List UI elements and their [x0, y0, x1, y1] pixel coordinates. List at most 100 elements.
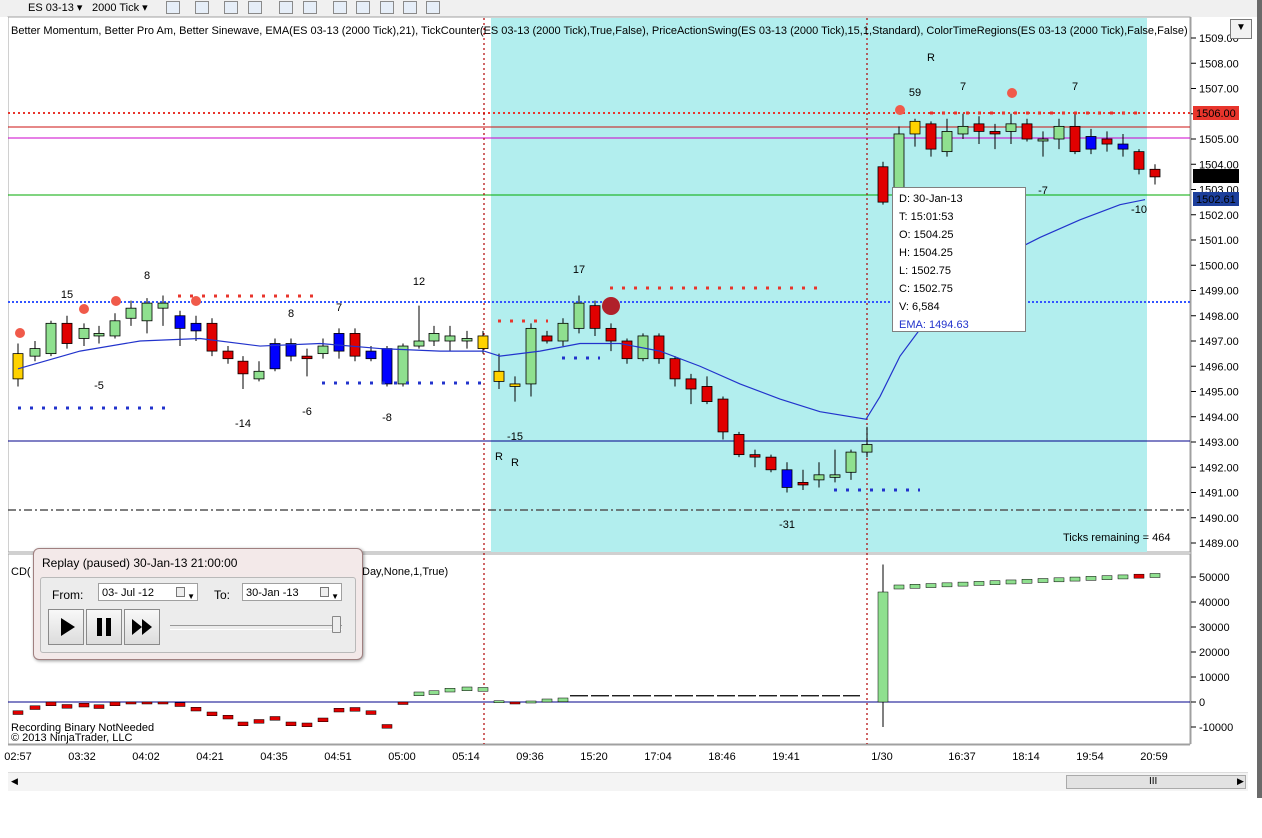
cd-bar	[1101, 575, 1113, 580]
tooltip-high: H: 1504.25	[899, 247, 953, 259]
cd-bar	[174, 702, 186, 707]
candle-body	[909, 120, 921, 135]
replay-window[interactable]: Replay (paused) 30-Jan-13 21:00:00 From:…	[33, 548, 363, 660]
candle-body	[813, 474, 825, 481]
cd-bar	[525, 700, 537, 704]
candle-body	[877, 166, 889, 203]
swing-label: 17	[573, 264, 585, 276]
candle-body	[29, 348, 41, 357]
cd-bar	[237, 721, 249, 726]
horizontal-scrollbar[interactable]: ◀ III ▶	[8, 772, 1248, 791]
cd-bar	[428, 690, 440, 695]
tooltip-ema: EMA: 1494.63	[899, 319, 969, 331]
candle-body	[93, 333, 105, 337]
cd-bar	[253, 719, 265, 724]
cd-bar	[333, 708, 345, 713]
cd-bar	[1021, 578, 1033, 584]
candle-body	[701, 386, 713, 403]
volume-tick-label: 50000	[1199, 572, 1230, 584]
candle-body	[301, 355, 313, 360]
to-date-value: 30-Jan -13	[246, 587, 299, 599]
replay-speed-slider[interactable]	[332, 616, 341, 633]
cd-bar	[925, 583, 937, 588]
volume-tick-label: 0	[1199, 697, 1205, 709]
candle-body	[109, 320, 121, 337]
price-tick-label: 1498.00	[1199, 311, 1239, 323]
chart-menu-button[interactable]: ▼	[1230, 19, 1252, 39]
candle-body	[12, 353, 24, 380]
candle-body	[125, 307, 137, 319]
pause-button[interactable]	[86, 609, 122, 645]
replay-speed-track[interactable]	[170, 625, 342, 630]
cd-bar	[109, 701, 121, 706]
candle-body	[78, 327, 90, 339]
swing-label: 15	[61, 289, 73, 301]
candle-body	[605, 327, 617, 342]
swing-label: 8	[288, 308, 294, 320]
cd-bar	[1149, 573, 1161, 578]
tooltip-volume: V: 6,584	[899, 301, 940, 313]
scroll-right-icon[interactable]: ▶	[1237, 776, 1244, 787]
data-tooltip: D: 30-Jan-13 T: 15:01:53 O: 1504.25 H: 1…	[892, 187, 1026, 332]
swing-label: -6	[302, 406, 312, 418]
candle-body	[1053, 125, 1065, 140]
cd-bar	[301, 722, 313, 727]
candle-body	[333, 333, 345, 352]
cd-bar	[285, 721, 297, 726]
candle-body	[1117, 143, 1129, 150]
price-tick-label: 1497.00	[1199, 336, 1239, 348]
current-bar-dot	[602, 297, 620, 315]
cd-bar	[12, 710, 24, 715]
scroll-left-icon[interactable]: ◀	[11, 776, 18, 787]
chart-canvas[interactable]: 1588 712-5-14-6 -817-15-3159 7 7-7-10RR R 150…	[0, 0, 1262, 800]
candle-body	[428, 333, 440, 342]
candle-body	[733, 434, 745, 456]
price-marker-label: 1503.50	[1196, 171, 1236, 183]
time-tick-label: 03:32	[68, 751, 96, 763]
from-label: From:	[52, 588, 84, 602]
candle-body	[509, 383, 521, 387]
cd-bar	[206, 711, 218, 716]
price-tick-label: 1494.00	[1199, 412, 1239, 424]
cd-bar	[365, 710, 377, 715]
candle-body	[317, 345, 329, 355]
candle-body	[685, 378, 697, 390]
candle-body	[157, 302, 169, 309]
cd-bar	[1085, 576, 1097, 581]
cd-bar	[78, 703, 90, 708]
play-button[interactable]	[48, 609, 84, 645]
to-date-picker[interactable]: 30-Jan -13 ▼	[242, 583, 342, 601]
cd-bar	[1037, 578, 1049, 583]
candle-body	[941, 131, 953, 153]
time-tick-label: 02:57	[4, 751, 32, 763]
volume-tick-label: 10000	[1199, 672, 1230, 684]
candle-body	[1101, 138, 1113, 145]
tooltip-close: C: 1502.75	[899, 283, 953, 295]
time-tick-label: 04:21	[196, 751, 224, 763]
candle-body	[237, 360, 249, 375]
chevron-down-icon: ▼	[187, 592, 195, 601]
cd-bar	[541, 698, 553, 703]
candle-body	[717, 398, 729, 433]
swing-label: 12	[413, 276, 425, 288]
cd-bar	[381, 724, 393, 729]
candle-body	[749, 454, 761, 458]
swing-label: 7	[1072, 81, 1078, 93]
indicator-label: Better Momentum, Better Pro Am, Better S…	[11, 25, 1188, 37]
cd-bar	[141, 701, 153, 705]
swing-dot	[191, 296, 201, 306]
time-tick-label: 09:36	[516, 751, 544, 763]
cd-bar	[557, 697, 569, 702]
scrollbar-thumb[interactable]: III	[1066, 775, 1246, 789]
swing-dot	[79, 304, 89, 314]
candle-body	[1149, 168, 1161, 178]
time-tick-label: 05:00	[388, 751, 416, 763]
swing-label: -15	[507, 431, 523, 443]
fast-forward-button[interactable]	[124, 609, 160, 645]
candle-body	[829, 474, 841, 478]
from-date-picker[interactable]: 03- Jul -12 ▼	[98, 583, 198, 601]
time-tick-label: 17:04	[644, 751, 672, 763]
cd-bar	[1117, 574, 1129, 580]
candle-body	[444, 335, 456, 342]
cd-bar	[877, 591, 889, 703]
